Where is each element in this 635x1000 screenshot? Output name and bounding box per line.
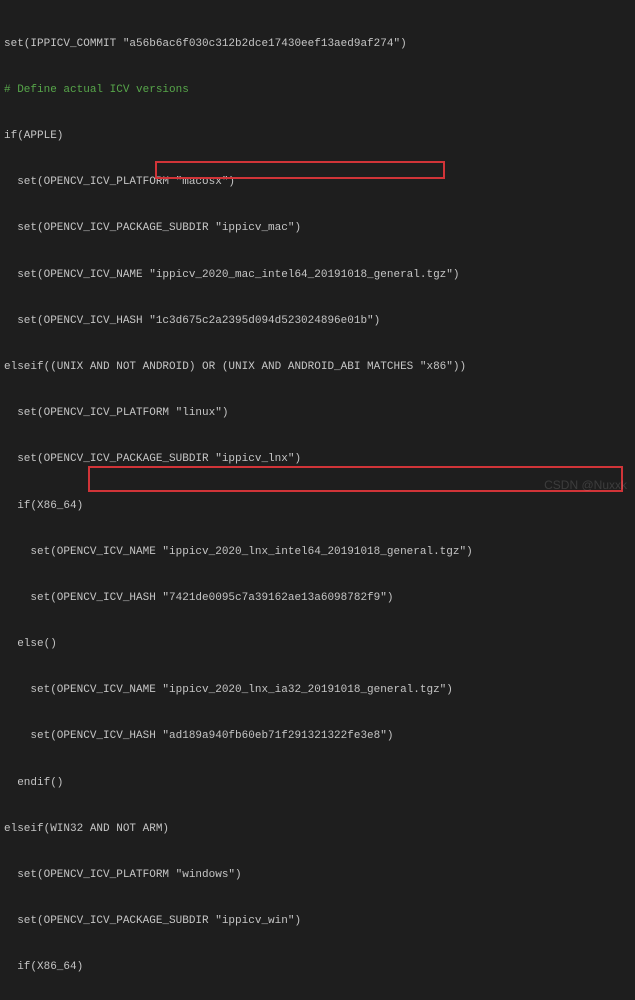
code-line: elseif((UNIX AND NOT ANDROID) OR (UNIX A… xyxy=(4,360,635,375)
code-line: set(OPENCV_ICV_PACKAGE_SUBDIR "ippicv_ln… xyxy=(4,452,635,467)
code-line: if(APPLE) xyxy=(4,129,635,144)
code-line: if(X86_64) xyxy=(4,960,635,975)
code-line: set(OPENCV_ICV_HASH "1c3d675c2a2395d094d… xyxy=(4,314,635,329)
code-line: if(X86_64) xyxy=(4,499,635,514)
code-line: set(OPENCV_ICV_PACKAGE_SUBDIR "ippicv_ma… xyxy=(4,221,635,236)
watermark: CSDN @Nuxxk xyxy=(544,477,627,494)
code-line: set(OPENCV_ICV_HASH "ad189a940fb60eb71f2… xyxy=(4,729,635,744)
code-line: elseif(WIN32 AND NOT ARM) xyxy=(4,822,635,837)
code-line: set(OPENCV_ICV_NAME "ippicv_2020_mac_int… xyxy=(4,268,635,283)
code-line: set(OPENCV_ICV_PLATFORM "linux") xyxy=(4,406,635,421)
code-line: set(OPENCV_ICV_HASH "7421de0095c7a39162a… xyxy=(4,591,635,606)
code-comment: # Define actual ICV versions xyxy=(4,83,635,98)
code-block: set(IPPICV_COMMIT "a56b6ac6f030c312b2dce… xyxy=(0,0,635,1000)
code-line: else() xyxy=(4,637,635,652)
code-line: set(OPENCV_ICV_PACKAGE_SUBDIR "ippicv_wi… xyxy=(4,914,635,929)
code-line: endif() xyxy=(4,776,635,791)
code-line: set(IPPICV_COMMIT "a56b6ac6f030c312b2dce… xyxy=(4,37,635,52)
code-line: set(OPENCV_ICV_PLATFORM "macosx") xyxy=(4,175,635,190)
code-line: set(OPENCV_ICV_NAME "ippicv_2020_lnx_ia3… xyxy=(4,683,635,698)
code-line: set(OPENCV_ICV_PLATFORM "windows") xyxy=(4,868,635,883)
code-line: set(OPENCV_ICV_NAME "ippicv_2020_lnx_int… xyxy=(4,545,635,560)
